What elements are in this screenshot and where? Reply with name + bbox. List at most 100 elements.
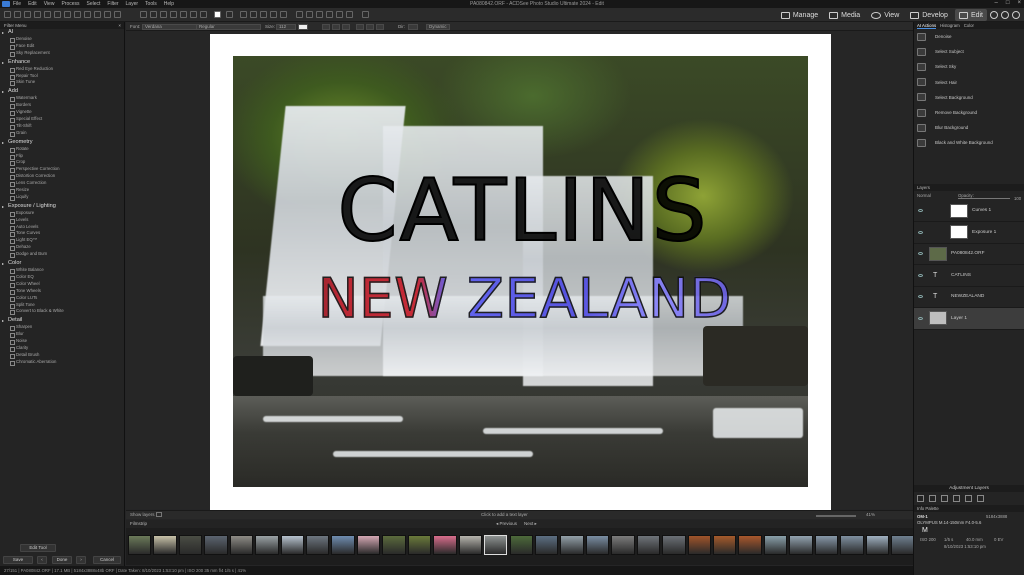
filter-item-levels[interactable]: Levels (0, 217, 124, 224)
filter-item-auto-levels[interactable]: Auto Levels (0, 224, 124, 231)
fit-icon[interactable] (306, 11, 313, 18)
filmstrip-thumbnail[interactable] (509, 535, 533, 555)
ai-action-select-background[interactable]: Select Background (914, 90, 1024, 105)
eyedropper-tool-icon[interactable] (170, 11, 177, 18)
layer-row[interactable]: Curves 1 (914, 201, 1024, 222)
layer-row[interactable]: Layer 1 (914, 308, 1024, 330)
filmstrip-thumbnail[interactable] (662, 535, 686, 555)
filmstrip-thumbnail[interactable] (484, 535, 508, 555)
ai-action-select-sky[interactable]: Select Sky (914, 59, 1024, 74)
filmstrip-thumbnail[interactable] (255, 535, 279, 555)
fullscreen-icon[interactable] (156, 512, 162, 517)
filter-item-detail-brush[interactable]: Detail Brush (0, 352, 124, 359)
clone-tool-icon[interactable] (84, 11, 91, 18)
ai-action-select-hair[interactable]: Select Hair (914, 75, 1024, 90)
undo-icon[interactable] (250, 11, 257, 18)
blend-mode-select[interactable]: Normal (917, 193, 931, 198)
ai-action-remove-background[interactable]: Remove Background (914, 105, 1024, 120)
ai-action-denoise[interactable]: Denoise (914, 29, 1024, 44)
prev-image-icon[interactable]: ‹ (37, 556, 47, 564)
foreground-color-icon[interactable] (214, 11, 221, 18)
filmstrip-thumbnail[interactable] (128, 535, 152, 555)
rotate-icon[interactable] (270, 11, 277, 18)
catlins-text-layer[interactable]: CATLINS (253, 167, 793, 255)
filter-item-tone-wheels[interactable]: Tone Wheels (0, 288, 124, 295)
italic-icon[interactable] (332, 23, 340, 30)
layer-visibility-icon[interactable] (918, 295, 923, 299)
delete-layer-icon[interactable] (977, 494, 984, 502)
filter-item-borders[interactable]: Borders (0, 102, 124, 110)
layer-visibility-icon[interactable] (918, 252, 923, 256)
ai-action-select-subject[interactable]: Select Subject (914, 44, 1024, 59)
zoom-level[interactable]: 41% (866, 512, 875, 517)
smudge-tool-icon[interactable] (190, 11, 197, 18)
filter-item-perspective-correction[interactable]: Perspective Correction (0, 166, 124, 174)
underline-icon[interactable] (342, 23, 350, 30)
filmstrip-thumbnail[interactable] (534, 535, 559, 555)
filmstrip-thumbnail[interactable] (560, 535, 584, 555)
play-icon[interactable] (326, 11, 333, 18)
filter-item-grain[interactable]: Grain (0, 130, 124, 137)
brush-tool-icon[interactable] (44, 11, 51, 18)
record-icon[interactable] (336, 11, 343, 18)
menu-layer[interactable]: Layer (126, 1, 139, 7)
fill-tool-icon[interactable] (160, 11, 167, 18)
tab-histogram[interactable]: Histogram (940, 22, 960, 29)
filter-item-liquify[interactable]: Liquify (0, 194, 124, 201)
layer-row[interactable]: Exposure 1 (914, 222, 1024, 244)
layer-row[interactable]: T NEWZEALAND (914, 287, 1024, 308)
filmstrip-thumbnail[interactable] (153, 535, 177, 555)
filter-item-distortion-correction[interactable]: Distortion Correction (0, 173, 124, 181)
filter-item-repair-tool[interactable]: Repair Tool (0, 73, 124, 80)
filter-item-red-eye-reduction[interactable]: Red Eye Reduction (0, 66, 124, 73)
flip-icon[interactable] (280, 11, 287, 18)
align-center-icon[interactable] (366, 23, 374, 30)
filter-item-tone-curves[interactable]: Tone Curves (0, 230, 124, 238)
menu-edit[interactable]: Edit (28, 1, 37, 7)
filter-item-resize[interactable]: Resize (0, 187, 124, 194)
done-button[interactable]: Done (52, 556, 72, 564)
filter-item-denoise[interactable]: Denoise (0, 36, 124, 43)
filter-item-blur[interactable]: Blur (0, 331, 124, 339)
gradient-tool-icon[interactable] (74, 11, 81, 18)
filter-category-exposure-lighting[interactable]: Exposure / Lighting (0, 203, 124, 210)
menu-select[interactable]: Select (87, 1, 101, 7)
filter-item-rotate[interactable]: Rotate (0, 146, 124, 153)
swap-colors-icon[interactable] (226, 11, 233, 18)
minimize-icon[interactable]: – (995, 0, 998, 6)
filmstrip-thumbnail[interactable] (611, 535, 635, 555)
filmstrip-thumbnail[interactable] (687, 535, 711, 555)
filter-category-detail[interactable]: Detail (0, 317, 124, 324)
mode-manage[interactable]: Manage (777, 9, 822, 21)
ai-action-blur-background[interactable]: Blur Background (914, 120, 1024, 135)
filmstrip-thumbnail[interactable] (204, 535, 228, 555)
maximize-icon[interactable]: □ (1006, 0, 1010, 6)
adjustment-layers-header[interactable]: Adjustment Layers (914, 484, 1024, 492)
crop-tool-icon[interactable] (64, 11, 71, 18)
filter-item-watermark[interactable]: Watermark (0, 95, 124, 103)
filter-item-crop[interactable]: Crop (0, 159, 124, 167)
filter-item-vignette[interactable]: Vignette (0, 109, 124, 117)
align-left-icon[interactable] (356, 23, 364, 30)
filter-category-ai[interactable]: AI (0, 29, 124, 36)
filter-item-tilt-shift[interactable]: Tilt-Shift (0, 123, 124, 130)
tab-color[interactable]: Color (964, 22, 974, 29)
filmstrip-thumbnail[interactable] (331, 535, 355, 555)
filter-item-face-edit[interactable]: Face Edit (0, 43, 124, 50)
filmstrip-thumbnail[interactable] (306, 535, 330, 555)
filter-item-lens-correction[interactable]: Lens Correction (0, 180, 124, 188)
filter-item-chromatic-aberration[interactable]: Chromatic Aberration (0, 359, 124, 366)
filter-item-clarity[interactable]: Clarity (0, 345, 124, 352)
filter-item-color-wheel[interactable]: Color Wheel (0, 281, 124, 288)
mode-view[interactable]: View (867, 9, 903, 21)
menu-view[interactable]: View (44, 1, 55, 7)
menu-help[interactable]: Help (164, 1, 174, 7)
filmstrip-thumbnail[interactable] (356, 535, 381, 555)
redo-icon[interactable] (260, 11, 267, 18)
filter-category-geometry[interactable]: Geometry (0, 139, 124, 146)
filter-item-convert-to-black-white[interactable]: Convert to Black & White (0, 308, 124, 316)
menu-tools[interactable]: Tools (145, 1, 157, 7)
line-tool-icon[interactable] (150, 11, 157, 18)
filter-item-color-luts[interactable]: Color LUTs (0, 295, 124, 302)
text-color-swatch[interactable] (298, 23, 308, 30)
